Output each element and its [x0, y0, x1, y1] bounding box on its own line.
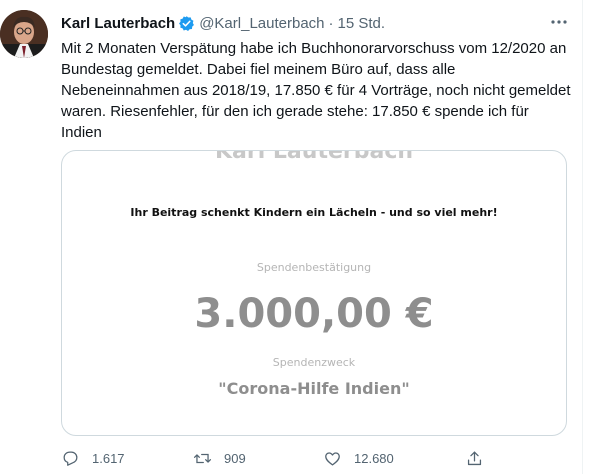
share-icon	[467, 451, 482, 465]
verified-badge-icon	[179, 15, 195, 31]
tweet-timestamp[interactable]: 15 Std.	[338, 15, 386, 32]
like-count: 12.680	[354, 450, 394, 466]
more-options-button[interactable]	[548, 12, 570, 32]
header-separator: ·	[328, 14, 334, 32]
retweet-count: 909	[224, 450, 246, 466]
receipt-headline: Ihr Beitrag schenkt Kindern ein Lächeln …	[130, 206, 498, 219]
avatar-image	[0, 10, 48, 58]
retweet-icon	[193, 453, 212, 463]
donation-amount: 3.000,00 €	[194, 291, 434, 337]
donation-receipt: Karl Lauterbach Ihr Beitrag schenkt Kind…	[62, 151, 566, 435]
more-icon	[551, 20, 567, 24]
author-name[interactable]: Karl Lauterbach	[61, 15, 175, 32]
purpose-label: Spendenzweck	[272, 356, 356, 369]
tweet-text: Mit 2 Monaten Verspätung habe ich Buchho…	[61, 40, 571, 141]
like-button[interactable]: 12.680	[323, 446, 394, 470]
retweet-button[interactable]: 909	[193, 446, 246, 470]
donation-purpose: "Corona-Hilfe Indien"	[218, 379, 410, 398]
receipt-label: Spendenbestätigung	[256, 261, 372, 274]
reply-button[interactable]: 1.617	[61, 446, 125, 470]
tweet: Karl Lauterbach @Karl_Lauterbach · 15 St…	[0, 0, 580, 474]
column-divider	[582, 0, 583, 474]
tweet-header: Karl Lauterbach @Karl_Lauterbach · 15 St…	[61, 13, 385, 33]
tweet-actions: 1.617 909 12.680	[61, 446, 561, 470]
reply-icon	[63, 451, 78, 466]
tweet-media-image[interactable]: Karl Lauterbach Ihr Beitrag schenkt Kind…	[61, 150, 567, 436]
receipt-name: Karl Lauterbach	[214, 150, 414, 164]
heart-icon	[325, 451, 340, 465]
author-handle[interactable]: @Karl_Lauterbach	[199, 15, 324, 32]
share-button[interactable]	[465, 446, 484, 470]
reply-count: 1.617	[92, 450, 125, 466]
avatar[interactable]	[0, 10, 48, 58]
